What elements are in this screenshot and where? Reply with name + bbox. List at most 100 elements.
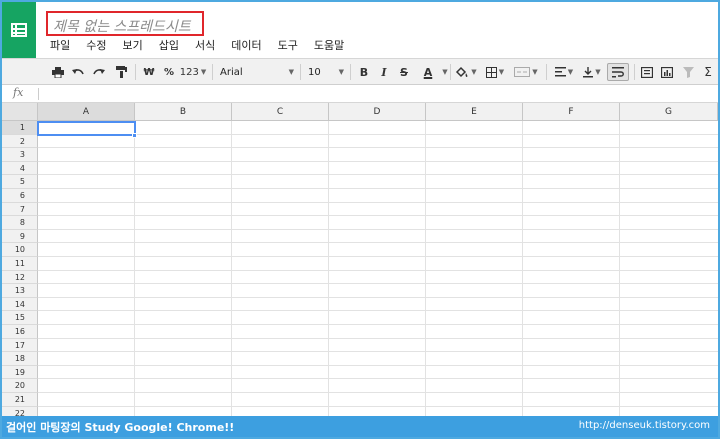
menu-insert[interactable]: 삽입 (151, 38, 187, 54)
toolbar-separator (135, 64, 136, 80)
toolbar: ₩ % 123 ▼ Arial ▼ 10 ▼ B I S A ▼ ▼ ▼ ▼ ▼… (2, 58, 718, 85)
table-row[interactable] (38, 339, 718, 353)
row-header[interactable]: 11 (2, 257, 38, 271)
table-row[interactable] (38, 175, 718, 189)
menu-format[interactable]: 서식 (187, 38, 223, 54)
table-row[interactable] (38, 379, 718, 393)
table-row[interactable] (38, 121, 718, 135)
menu-data[interactable]: 데이터 (223, 38, 269, 54)
table-row[interactable] (38, 271, 718, 285)
column-header[interactable]: F (523, 103, 620, 121)
chevron-down-icon: ▼ (471, 68, 477, 76)
row-header[interactable]: 5 (2, 175, 38, 189)
sheets-logo-icon[interactable] (2, 2, 36, 58)
menu-tools[interactable]: 도구 (270, 38, 306, 54)
row-header[interactable]: 4 (2, 161, 38, 176)
redo-icon[interactable] (91, 63, 107, 81)
insert-comment-icon[interactable] (639, 63, 655, 81)
row-header[interactable]: 6 (2, 189, 38, 203)
filter-icon[interactable] (680, 63, 696, 81)
table-row[interactable] (38, 203, 718, 217)
column-header[interactable]: G (620, 103, 718, 121)
spreadsheet-window: 제목 없는 스프레드시트 파일 수정 보기 삽입 서식 데이터 도구 도움말 ₩… (0, 0, 720, 439)
table-row[interactable] (38, 148, 718, 162)
column-header[interactable]: B (135, 103, 232, 121)
table-row[interactable] (38, 325, 718, 339)
menu-edit[interactable]: 수정 (78, 38, 114, 54)
row-header[interactable]: 13 (2, 284, 38, 298)
toolbar-separator (212, 64, 213, 80)
menu-help[interactable]: 도움말 (306, 38, 352, 54)
table-row[interactable] (38, 352, 718, 366)
paint-format-icon[interactable] (113, 63, 129, 81)
row-header[interactable]: 1 (2, 121, 38, 135)
active-cell-a1[interactable] (37, 120, 136, 137)
text-color-button[interactable]: A (416, 63, 440, 81)
select-all-corner[interactable] (2, 103, 38, 121)
row-header[interactable]: 9 (2, 229, 38, 244)
text-wrap-icon[interactable] (607, 63, 629, 81)
merge-cells-icon[interactable]: ▼ (511, 63, 541, 81)
font-family-dropdown[interactable]: Arial ▼ (220, 63, 294, 81)
table-row[interactable] (38, 366, 718, 380)
column-header[interactable]: E (426, 103, 523, 121)
table-row[interactable] (38, 162, 718, 176)
row-header[interactable]: 15 (2, 311, 38, 325)
menu-file[interactable]: 파일 (42, 38, 78, 54)
row-header[interactable]: 12 (2, 270, 38, 285)
bold-button[interactable]: B (357, 63, 371, 81)
font-size-dropdown[interactable]: 10 ▼ (308, 63, 344, 81)
currency-format-button[interactable]: ₩ (142, 63, 156, 81)
table-row[interactable] (38, 189, 718, 203)
print-icon[interactable] (50, 63, 66, 81)
font-family-value: Arial (220, 66, 243, 78)
align-left-icon[interactable]: ▼ (552, 63, 576, 81)
row-header[interactable]: 21 (2, 393, 38, 407)
borders-icon[interactable]: ▼ (483, 63, 507, 81)
row-header[interactable]: 3 (2, 148, 38, 162)
formula-bar: fx (2, 85, 718, 103)
row-header[interactable]: 16 (2, 325, 38, 339)
text-color-chevron-icon[interactable]: ▼ (440, 63, 448, 81)
row-header[interactable]: 14 (2, 297, 38, 312)
number-format-label: 123 (179, 66, 199, 78)
row-header[interactable]: 17 (2, 338, 38, 353)
row-header[interactable]: 2 (2, 134, 38, 149)
table-row[interactable] (38, 298, 718, 312)
functions-icon[interactable]: Σ (701, 63, 715, 81)
table-row[interactable] (38, 243, 718, 257)
table-row[interactable] (38, 216, 718, 230)
table-row[interactable] (38, 393, 718, 407)
row-header[interactable]: 18 (2, 352, 38, 366)
insert-chart-icon[interactable] (659, 63, 675, 81)
column-header[interactable]: A (38, 103, 135, 121)
footer-banner: 걸어인 마팅장의 Study Google! Chrome!! http://d… (2, 416, 718, 437)
table-row[interactable] (38, 230, 718, 244)
row-header[interactable]: 19 (2, 365, 38, 380)
menu-view[interactable]: 보기 (115, 38, 151, 54)
document-title-highlight[interactable]: 제목 없는 스프레드시트 (46, 11, 204, 36)
undo-icon[interactable] (70, 63, 86, 81)
column-header[interactable]: D (329, 103, 426, 121)
document-title[interactable]: 제목 없는 스프레드시트 (53, 16, 191, 36)
vertical-align-icon[interactable]: ▼ (580, 63, 604, 81)
row-header[interactable]: 20 (2, 379, 38, 393)
table-row[interactable] (38, 311, 718, 325)
table-row[interactable] (38, 257, 718, 271)
fill-color-icon[interactable]: ▼ (455, 63, 477, 81)
table-row[interactable] (38, 135, 718, 149)
row-header[interactable]: 7 (2, 202, 38, 217)
number-format-dropdown[interactable]: 123 ▼ (180, 63, 206, 81)
row-header[interactable]: 8 (2, 216, 38, 230)
toolbar-separator (450, 64, 451, 80)
column-header[interactable]: C (232, 103, 329, 121)
fill-handle[interactable] (132, 133, 137, 138)
italic-button[interactable]: I (377, 63, 391, 81)
formula-input[interactable] (42, 86, 712, 102)
row-header[interactable]: 10 (2, 243, 38, 257)
chevron-down-icon: ▼ (288, 68, 294, 76)
font-size-value: 10 (308, 66, 321, 78)
percent-format-button[interactable]: % (162, 63, 176, 81)
strikethrough-button[interactable]: S (397, 63, 411, 81)
table-row[interactable] (38, 284, 718, 298)
